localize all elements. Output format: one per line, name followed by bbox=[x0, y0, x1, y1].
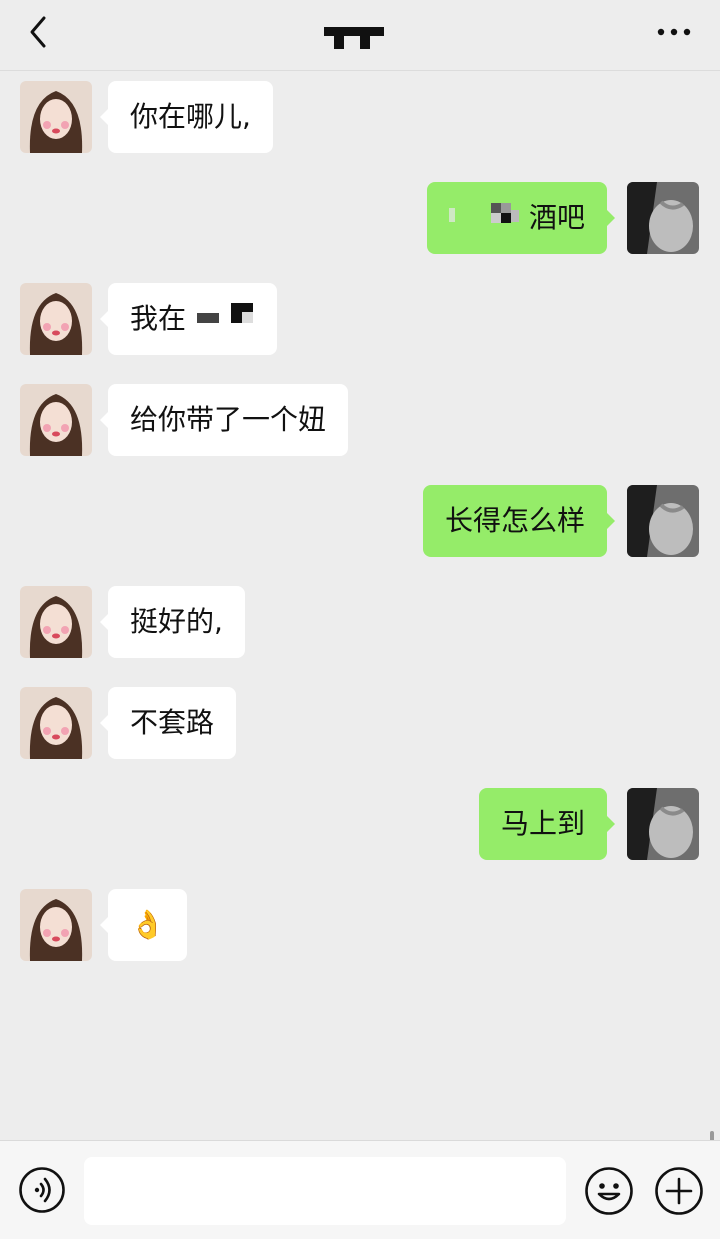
contact-avatar[interactable] bbox=[20, 283, 92, 355]
back-button[interactable] bbox=[22, 12, 62, 52]
outgoing-message-bubble[interactable]: 酒吧 bbox=[426, 182, 616, 255]
message-input[interactable] bbox=[84, 1157, 566, 1225]
outgoing-message-bubble[interactable]: 长得怎么样 bbox=[422, 485, 616, 557]
message-row: 你在哪儿, bbox=[0, 71, 720, 153]
ok-hand-emoji: 👌 bbox=[130, 908, 165, 941]
message-text: 不套路 bbox=[130, 706, 215, 739]
contact-avatar[interactable] bbox=[20, 81, 92, 153]
redacted-mosaic bbox=[195, 284, 255, 356]
contact-avatar[interactable] bbox=[20, 889, 92, 961]
message-row: 挺好的, bbox=[0, 576, 720, 658]
contact-avatar[interactable] bbox=[20, 384, 92, 456]
incoming-message-bubble[interactable]: 👌 bbox=[100, 889, 187, 961]
incoming-message-bubble[interactable]: 给你带了一个妞 bbox=[99, 384, 349, 456]
message-text: 给你带了一个妞 bbox=[130, 403, 327, 436]
message-row: 不套路 bbox=[0, 677, 720, 759]
incoming-message-bubble[interactable]: 挺好的, bbox=[100, 586, 245, 658]
outgoing-message-bubble[interactable]: 马上到 bbox=[478, 788, 616, 860]
self-avatar[interactable] bbox=[627, 485, 699, 557]
self-avatar[interactable] bbox=[627, 788, 699, 860]
message-text: 挺好的, bbox=[130, 605, 223, 638]
message-text: 长得怎么样 bbox=[444, 504, 585, 537]
message-text: 你在哪儿, bbox=[130, 100, 251, 133]
contact-avatar[interactable] bbox=[20, 586, 92, 658]
input-bar bbox=[0, 1140, 720, 1239]
chevron-left-icon bbox=[30, 16, 46, 48]
voice-button[interactable] bbox=[18, 1166, 66, 1214]
redacted-mosaic bbox=[448, 183, 529, 255]
message-row: 我在 bbox=[0, 273, 720, 355]
contact-avatar[interactable] bbox=[20, 687, 92, 759]
voice-icon bbox=[19, 1167, 65, 1213]
message-text: 马上到 bbox=[500, 807, 585, 840]
message-row: 马上到 bbox=[0, 778, 720, 860]
message-text: 我在 bbox=[130, 302, 187, 335]
message-row: 长得怎么样 bbox=[0, 475, 720, 557]
self-avatar[interactable] bbox=[627, 182, 699, 254]
top-bar bbox=[0, 0, 720, 71]
plus-icon bbox=[655, 1167, 703, 1215]
message-row: 酒吧 bbox=[0, 172, 720, 254]
message-row: 给你带了一个妞 bbox=[0, 374, 720, 456]
incoming-message-bubble[interactable]: 你在哪儿, bbox=[100, 81, 273, 153]
incoming-message-bubble[interactable]: 我在 bbox=[100, 283, 277, 356]
chat-area[interactable]: 你在哪儿, 酒吧 我在 给你带了一个妞 长得怎么样 挺好的, 不套路 马上到 👌 bbox=[0, 71, 720, 1205]
more-functions-button[interactable] bbox=[654, 1166, 704, 1216]
message-row: 👌 bbox=[0, 879, 720, 961]
chat-title-redacted bbox=[324, 27, 384, 49]
emoji-icon bbox=[585, 1167, 633, 1215]
incoming-message-bubble[interactable]: 不套路 bbox=[99, 687, 237, 759]
more-dots-icon bbox=[657, 28, 691, 36]
emoji-button[interactable] bbox=[584, 1166, 634, 1216]
message-text: 酒吧 bbox=[528, 201, 585, 234]
more-button[interactable] bbox=[656, 18, 692, 46]
